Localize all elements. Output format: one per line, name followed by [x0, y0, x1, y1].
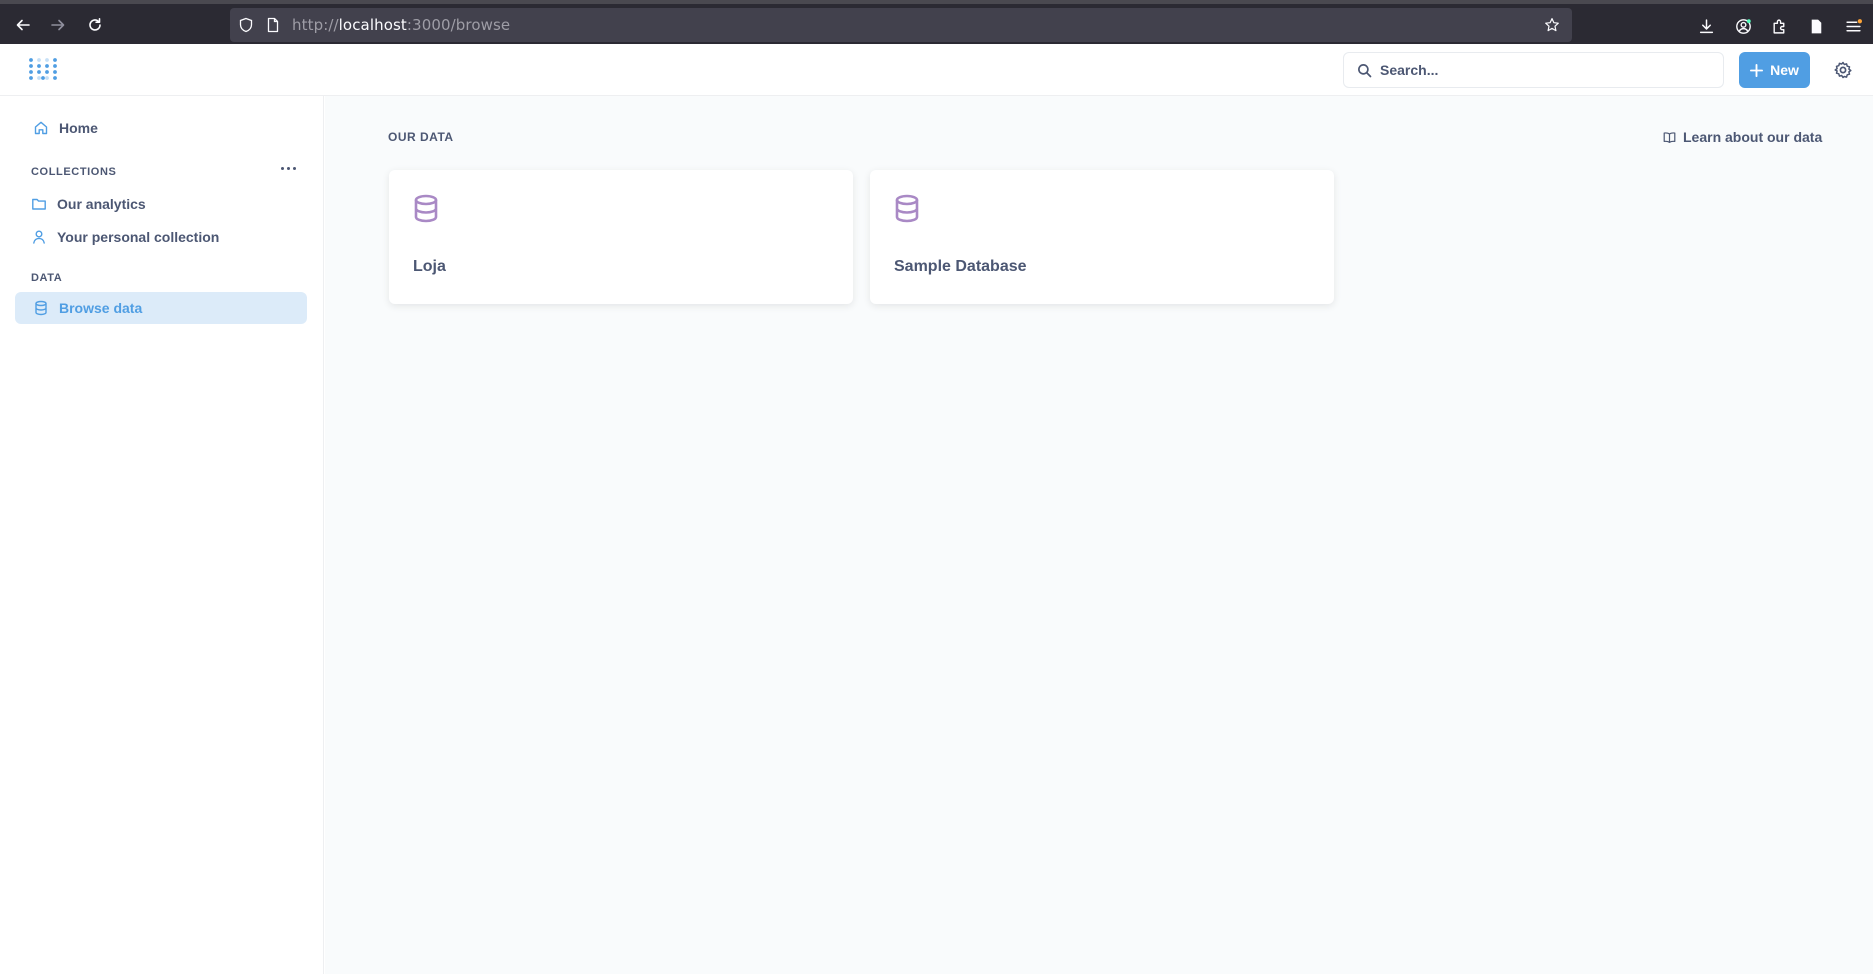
ellipsis-dot: [293, 166, 296, 170]
search-input[interactable]: [1380, 58, 1710, 82]
hamburger-menu-icon: [1845, 18, 1862, 31]
collections-more-button[interactable]: [281, 162, 299, 174]
main-content: OUR DATA Learn about our data Loja Sampl…: [325, 96, 1873, 974]
database-name: Sample Database: [894, 258, 1027, 275]
arrow-left-icon: [16, 19, 30, 31]
address-bar[interactable]: http://localhost:3000/browse: [230, 8, 1572, 42]
menu-button[interactable]: [1843, 16, 1863, 36]
plus-icon: [1750, 63, 1764, 77]
download-icon: [1699, 18, 1713, 33]
collections-heading: COLLECTIONS: [31, 166, 117, 178]
url-host: localhost: [338, 16, 407, 34]
data-heading: DATA: [31, 272, 63, 284]
forward-button[interactable]: [47, 14, 69, 36]
account-button[interactable]: [1733, 16, 1753, 36]
new-button[interactable]: New: [1739, 52, 1810, 88]
new-button-label: New: [1770, 62, 1799, 78]
book-icon: [1663, 131, 1676, 143]
folder-icon: [31, 196, 47, 212]
database-card-sample-database[interactable]: Sample Database: [870, 170, 1334, 304]
browser-toolbar: http://localhost:3000/browse: [0, 0, 1873, 44]
metabase-logo-icon[interactable]: [28, 56, 58, 84]
star-icon[interactable]: [1544, 17, 1560, 33]
reload-icon: [89, 18, 101, 31]
learn-about-data-link[interactable]: Learn about our data: [1663, 127, 1822, 147]
app-header: New: [0, 44, 1873, 96]
sidebar-item-label: Our analytics: [57, 196, 146, 212]
home-icon: [33, 120, 49, 136]
sidebar-item-our-analytics[interactable]: Our analytics: [15, 188, 307, 220]
arrow-right-icon: [51, 19, 65, 31]
puzzle-icon: [1772, 19, 1784, 34]
sidebar-item-personal-collection[interactable]: Your personal collection: [15, 221, 307, 253]
sidebar-item-label: Home: [59, 120, 98, 136]
person-icon: [31, 229, 47, 245]
database-icon: [895, 194, 919, 223]
gear-icon[interactable]: [1834, 61, 1852, 79]
sidebar-item-home[interactable]: Home: [15, 112, 307, 144]
sidebar-item-browse-data[interactable]: Browse data: [15, 292, 307, 324]
search-icon: [1358, 64, 1372, 78]
sidebar-item-label: Browse data: [59, 300, 143, 316]
url-path: :3000/browse: [406, 16, 511, 34]
database-icon: [414, 194, 438, 223]
extensions-button[interactable]: [1769, 16, 1789, 36]
account-icon: [1735, 18, 1751, 34]
ellipsis-dot: [281, 166, 284, 170]
back-button[interactable]: [12, 14, 34, 36]
sidebar: Home COLLECTIONS Our analytics Your pers…: [0, 96, 324, 974]
database-name: Loja: [413, 258, 446, 275]
shield-icon[interactable]: [238, 17, 254, 33]
database-card-loja[interactable]: Loja: [389, 170, 853, 304]
document-icon: [1811, 19, 1821, 33]
sidebar-item-label: Your personal collection: [57, 229, 220, 245]
reader-button[interactable]: [1806, 16, 1826, 36]
page-title: OUR DATA: [388, 130, 454, 144]
ellipsis-dot: [287, 166, 290, 170]
search-bar[interactable]: [1343, 52, 1724, 88]
page-icon[interactable]: [265, 17, 281, 33]
learn-link-label: Learn about our data: [1683, 129, 1823, 145]
url-text[interactable]: http://localhost:3000/browse: [292, 16, 510, 34]
downloads-button[interactable]: [1696, 16, 1716, 36]
url-scheme: http://: [292, 16, 339, 34]
database-icon: [33, 300, 49, 316]
reload-button[interactable]: [84, 14, 106, 36]
